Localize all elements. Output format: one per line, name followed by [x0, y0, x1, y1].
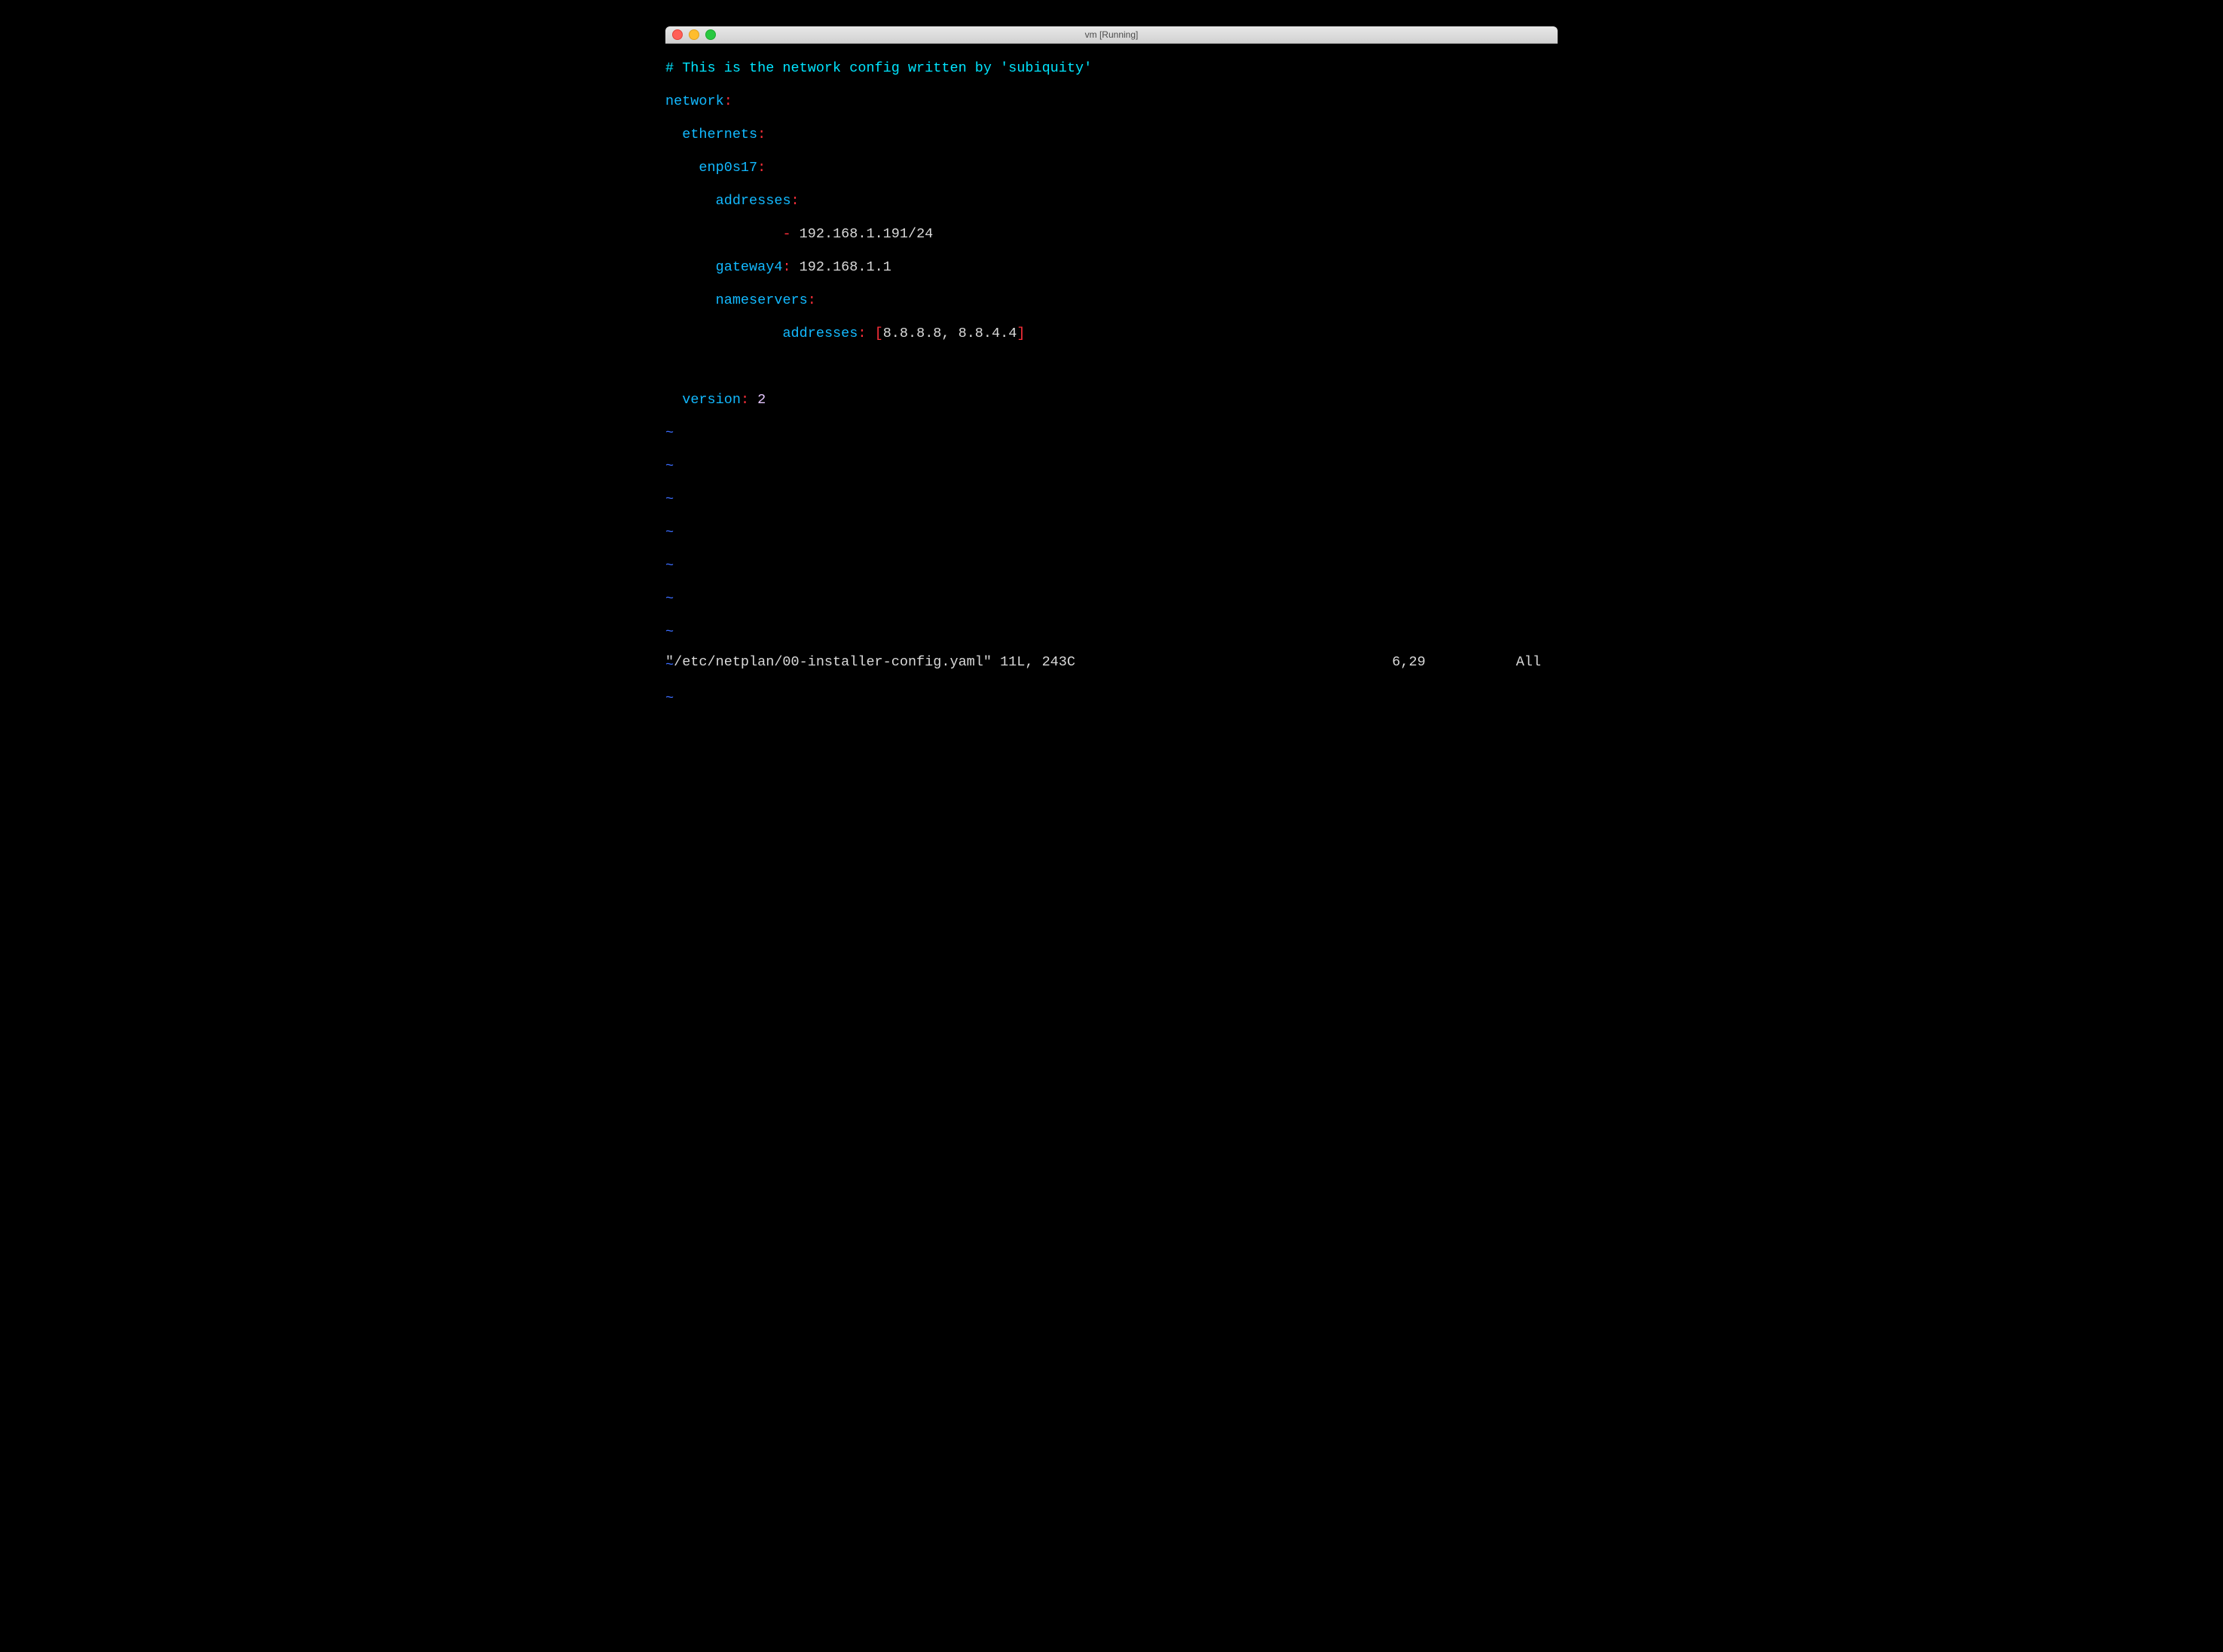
close-icon[interactable]: [672, 29, 683, 40]
bracket-close: ]: [1017, 326, 1025, 341]
yaml-comment: # This is the network config written by …: [665, 60, 1092, 76]
key-version: version: [682, 392, 741, 408]
zoom-icon[interactable]: [705, 29, 716, 40]
status-file: "/etc/netplan/00-installer-config.yaml" …: [665, 654, 1075, 671]
key-gateway4: gateway4: [716, 259, 783, 275]
vim-tilde: ~: [665, 591, 674, 607]
vim-tilde: ~: [665, 624, 674, 640]
colon: :: [858, 326, 866, 341]
key-network: network: [665, 93, 724, 109]
colon: :: [724, 93, 732, 109]
key-ns-addresses: addresses: [782, 326, 858, 341]
window-title: vm [Running]: [665, 29, 1558, 40]
titlebar[interactable]: vm [Running]: [665, 26, 1558, 44]
key-interface: enp0s17: [699, 160, 757, 176]
key-addresses: addresses: [716, 193, 791, 209]
key-ethernets: ethernets: [682, 127, 757, 142]
vim-tilde: ~: [665, 525, 674, 540]
vim-tilde: ~: [665, 458, 674, 474]
list-dash: -: [782, 226, 790, 242]
colon: :: [741, 392, 749, 408]
bracket-open: [: [875, 326, 883, 341]
traffic-lights: [665, 29, 716, 40]
key-nameservers: nameservers: [716, 292, 808, 308]
colon: :: [808, 292, 816, 308]
vim-tilde: ~: [665, 491, 674, 507]
minimize-icon[interactable]: [689, 29, 699, 40]
terminal-area[interactable]: # This is the network config written by …: [665, 44, 1558, 707]
vim-tilde: ~: [665, 425, 674, 441]
colon: :: [757, 127, 766, 142]
value-ns-addresses: 8.8.8.8, 8.8.4.4: [883, 326, 1017, 341]
colon: :: [757, 160, 766, 176]
value-version: 2: [757, 392, 766, 408]
colon: :: [782, 259, 790, 275]
vim-tilde: ~: [665, 558, 674, 574]
vm-window: vm [Running] # This is the network confi…: [665, 26, 1558, 707]
status-scroll: All: [1516, 654, 1541, 671]
value-gateway4: 192.168.1.1: [800, 259, 891, 275]
value-address-item: 192.168.1.191/24: [800, 226, 934, 242]
vim-status-bar: "/etc/netplan/00-installer-config.yaml" …: [665, 654, 1558, 671]
status-cursor-pos: 6,29: [1392, 654, 1425, 671]
vim-tilde: ~: [665, 690, 674, 706]
colon: :: [791, 193, 800, 209]
